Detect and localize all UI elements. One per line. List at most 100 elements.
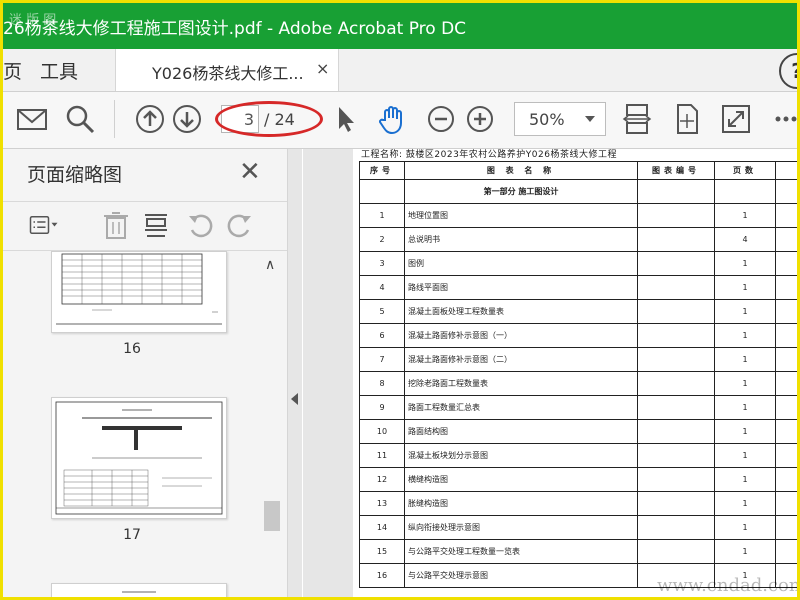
next-page-icon[interactable] — [170, 102, 204, 136]
scrollbar-thumb[interactable] — [264, 501, 280, 531]
page-thumbnail-17[interactable] — [51, 397, 227, 519]
drawing-code — [637, 539, 715, 564]
table-cell — [775, 371, 797, 396]
thumbnails-scrollbar[interactable]: ∧ — [261, 251, 283, 597]
email-icon[interactable] — [15, 102, 49, 136]
table-cell — [775, 299, 797, 324]
row-number: 11 — [359, 443, 405, 468]
page-count: 1 — [714, 395, 776, 420]
table-row: 8 挖除老路面工程数量表 1 — [359, 371, 797, 396]
row-number: 10 — [359, 419, 405, 444]
table-row: 4 路线平面图 1 — [359, 275, 797, 300]
tab-tools[interactable]: 工具 — [40, 57, 78, 84]
project-name: 工程名称: 鼓楼区2023年农村公路养护Y026杨茶线大修工程 — [361, 150, 617, 160]
table-row: 6 混凝土路面修补示意图（一） 1 — [359, 323, 797, 348]
collapse-panel-icon[interactable] — [291, 393, 298, 405]
title-bar: 迷 版 图 26杨茶线大修工程施工图设计.pdf - Adobe Acrobat… — [3, 3, 797, 49]
rotate-cw-icon[interactable] — [225, 210, 255, 240]
drawing-name: 路线平面图 — [404, 275, 638, 300]
drawing-index-table: 序号 图 表 名 称 图表编号 页数 第一部分 施工图设计 1 地理位置图 1 2 总说… — [359, 161, 797, 588]
page-count: 1 — [714, 419, 776, 444]
site-watermark: www.cndad.com — [657, 575, 797, 596]
panel-divider[interactable] — [288, 149, 302, 597]
insert-page-icon[interactable] — [141, 210, 171, 240]
table-row: 9 路面工程数量汇总表 1 — [359, 395, 797, 420]
drawing-code — [637, 371, 715, 396]
drawing-name: 图例 — [404, 251, 638, 276]
drawing-code — [637, 419, 715, 444]
rotate-view-icon[interactable] — [670, 102, 704, 136]
table-row: 2 总说明书 4 — [359, 227, 797, 252]
page-count: 1 — [714, 467, 776, 492]
rotate-ccw-icon[interactable] — [185, 210, 215, 240]
chevron-up-icon[interactable]: ∧ — [265, 257, 275, 273]
drawing-name: 路面结构图 — [404, 419, 638, 444]
drawing-code — [637, 467, 715, 492]
zoom-in-icon[interactable] — [463, 102, 497, 136]
more-options-icon[interactable] — [771, 102, 797, 136]
row-number: 8 — [359, 371, 405, 396]
drawing-name: 混凝土面板处理工程数量表 — [404, 299, 638, 324]
row-number: 4 — [359, 275, 405, 300]
window-title: 26杨茶线大修工程施工图设计.pdf - Adobe Acrobat Pro D… — [3, 19, 467, 39]
page-count: 1 — [714, 203, 776, 228]
tab-document-label: Y026杨茶线大修工... — [152, 64, 304, 83]
document-view[interactable]: 工程名称: 鼓楼区2023年农村公路养护Y026杨茶线大修工程 序号 图 表 名… — [303, 149, 797, 597]
drawing-code — [637, 323, 715, 348]
table-cell — [775, 419, 797, 444]
table-cell — [775, 203, 797, 228]
table-row: 13 胀缝构造图 1 — [359, 491, 797, 516]
panel-title: 页面缩略图 — [27, 164, 123, 186]
drawing-name: 混凝土路面修补示意图（二） — [404, 347, 638, 372]
table-row: 1 地理位置图 1 — [359, 203, 797, 228]
table-cell — [637, 179, 715, 204]
page-count: 1 — [714, 275, 776, 300]
page-count: 1 — [714, 371, 776, 396]
page-count: 1 — [714, 251, 776, 276]
table-row: 12 横缝构造图 1 — [359, 467, 797, 492]
pdf-page: 工程名称: 鼓楼区2023年农村公路养护Y026杨茶线大修工程 序号 图 表 名… — [353, 149, 797, 597]
tab-document[interactable]: Y026杨茶线大修工... × — [115, 49, 339, 91]
table-cell — [775, 443, 797, 468]
hand-tool-icon[interactable] — [376, 102, 410, 136]
zoom-out-icon[interactable] — [424, 102, 458, 136]
drawing-name: 路面工程数量汇总表 — [404, 395, 638, 420]
drawing-name: 与公路平交处理工程数量一览表 — [404, 539, 638, 564]
drawing-name: 横缝构造图 — [404, 467, 638, 492]
tab-close-icon[interactable]: × — [316, 59, 329, 78]
select-cursor-icon[interactable] — [329, 102, 363, 136]
row-number: 15 — [359, 539, 405, 564]
page-count: 1 — [714, 539, 776, 564]
page-count: 1 — [714, 515, 776, 540]
previous-page-icon[interactable] — [133, 102, 167, 136]
drawing-name: 与公路平交处理示意图 — [404, 563, 638, 588]
tab-home[interactable]: 页 — [3, 57, 22, 84]
row-number: 2 — [359, 227, 405, 252]
row-number: 5 — [359, 299, 405, 324]
table-row: 10 路面结构图 1 — [359, 419, 797, 444]
fit-width-icon[interactable] — [620, 102, 654, 136]
thumbnail-label: 17 — [123, 527, 141, 543]
table-cell — [775, 179, 797, 204]
table-row: 15 与公路平交处理工程数量一览表 1 — [359, 539, 797, 564]
full-screen-icon[interactable] — [719, 102, 753, 136]
page-count: 1 — [714, 299, 776, 324]
page-count: 4 — [714, 227, 776, 252]
drawing-name: 纵向衔接处理示意图 — [404, 515, 638, 540]
help-icon[interactable]: ? — [779, 53, 797, 89]
table-cell — [775, 323, 797, 348]
column-header: 序号 — [359, 161, 405, 180]
drawing-code — [637, 251, 715, 276]
page-thumbnail-16[interactable] — [51, 251, 227, 333]
thumbnail-label: 16 — [123, 341, 141, 357]
zoom-select[interactable]: 50% — [514, 102, 606, 136]
page-thumbnail-next[interactable] — [51, 583, 227, 597]
delete-page-icon[interactable] — [101, 210, 131, 240]
panel-close-icon[interactable]: ✕ — [239, 157, 261, 187]
section-row: 第一部分 施工图设计 — [359, 179, 797, 204]
search-icon[interactable] — [63, 102, 97, 136]
column-header-empty — [775, 161, 797, 180]
row-number: 7 — [359, 347, 405, 372]
chevron-down-icon — [585, 116, 595, 122]
options-menu-icon[interactable] — [29, 210, 59, 240]
